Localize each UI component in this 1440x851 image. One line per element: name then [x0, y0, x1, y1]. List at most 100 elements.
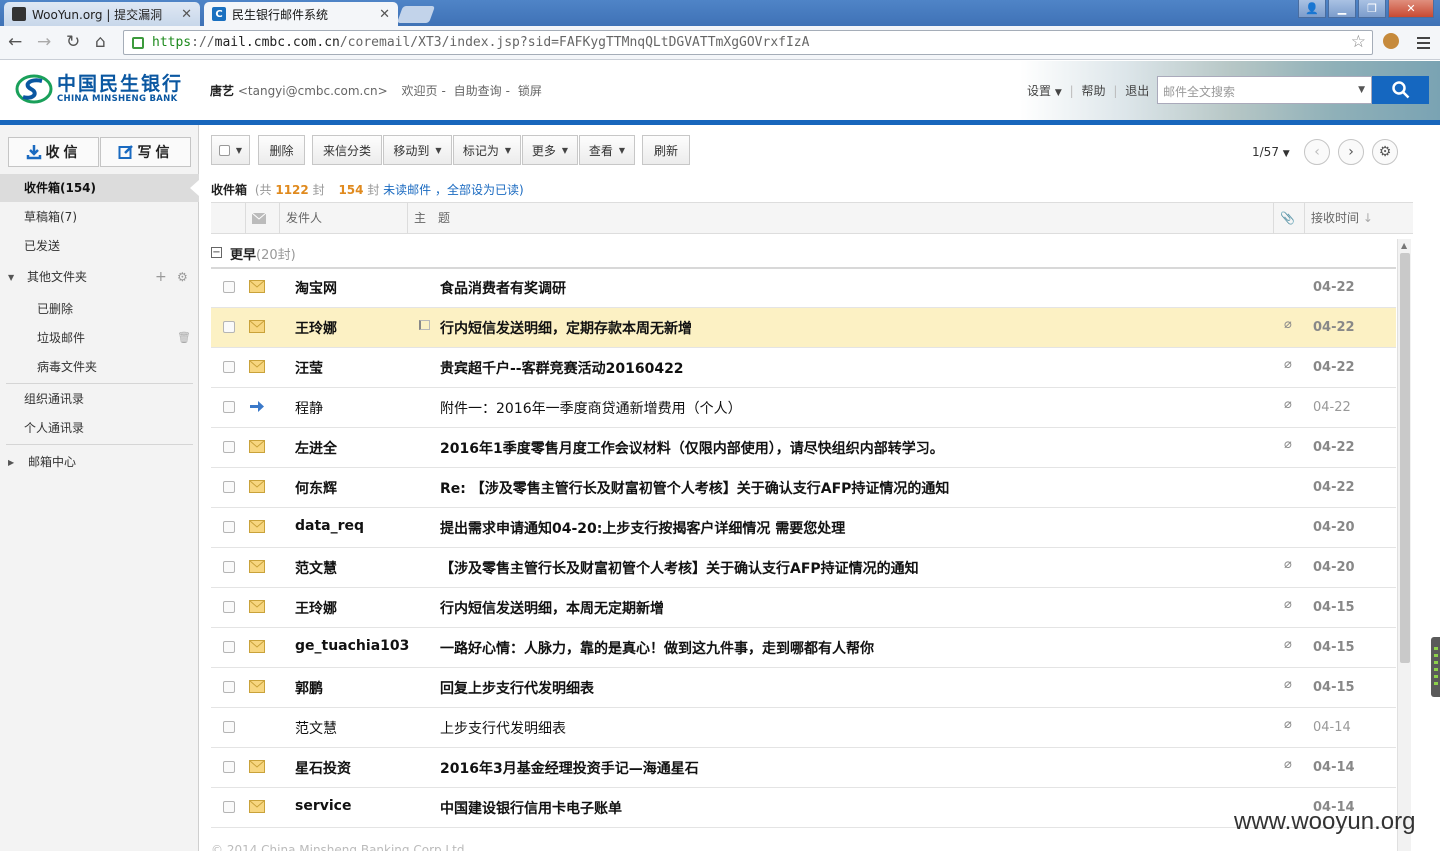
email-subject[interactable]: 2016年3月基金经理投资手记—海通星石: [440, 758, 699, 778]
email-row[interactable]: ge_tuachia103 一路好心情：人脉力，靠的是真心！做到这九件事，走到哪都…: [211, 628, 1396, 668]
window-close-icon[interactable]: ✕: [1388, 0, 1434, 18]
move-to-button[interactable]: 移动到 ▼: [383, 135, 452, 165]
maximize-icon[interactable]: ❐: [1358, 0, 1386, 18]
collapse-triangle-icon[interactable]: ▼: [8, 273, 14, 282]
header-type-col[interactable]: [245, 203, 279, 234]
email-sender[interactable]: 范文慧: [295, 718, 337, 738]
email-row[interactable]: 王玲娜 行内短信发送明细，定期存款本周无新增 ⌀ 04-22: [211, 308, 1396, 348]
row-checkbox[interactable]: [223, 561, 235, 573]
expand-triangle-icon[interactable]: ▶: [8, 458, 14, 467]
folder-settings-icon[interactable]: ⚙: [177, 263, 188, 291]
email-row[interactable]: 汪莹 贵宾超千户--客群竞赛活动20160422 ⌀ 04-22: [211, 348, 1396, 388]
row-checkbox[interactable]: [223, 441, 235, 453]
view-button[interactable]: 查看 ▼: [579, 135, 635, 165]
email-sender[interactable]: 星石投资: [295, 758, 351, 778]
sidebar-item-other-folders[interactable]: 其他文件夹 + ⚙: [0, 263, 199, 291]
row-checkbox[interactable]: [223, 641, 235, 653]
collapse-group-icon[interactable]: −: [211, 247, 222, 258]
email-sender[interactable]: 淘宝网: [295, 278, 337, 298]
email-row[interactable]: 王玲娜 行内短信发送明细，本周无定期新增 ⌀ 04-15: [211, 588, 1396, 628]
row-checkbox[interactable]: [223, 481, 235, 493]
email-subject[interactable]: 提出需求申请通知04-20:上步支行按揭客户详细情况 需要您处理: [440, 518, 845, 538]
row-checkbox[interactable]: [223, 401, 235, 413]
classify-button[interactable]: 来信分类: [312, 135, 382, 165]
row-checkbox[interactable]: [223, 321, 235, 333]
email-sender[interactable]: ge_tuachia103: [295, 638, 409, 654]
side-widget[interactable]: [1431, 637, 1440, 697]
email-sender[interactable]: service: [295, 798, 351, 814]
email-sender[interactable]: 范文慧: [295, 558, 337, 578]
add-folder-icon[interactable]: +: [155, 263, 167, 291]
empty-trash-icon[interactable]: 🗑: [177, 324, 191, 352]
email-sender[interactable]: data_req: [295, 518, 364, 534]
email-subject[interactable]: 行内短信发送明细，定期存款本周无新增: [440, 318, 692, 338]
browser-menu-icon[interactable]: [1417, 37, 1430, 52]
email-sender[interactable]: 左进全: [295, 438, 337, 458]
cmbc-logo[interactable]: 中国民生银行 CHINA MINSHENG BANK: [15, 73, 183, 105]
tab-close-icon[interactable]: ✕: [181, 7, 192, 22]
header-attachment[interactable]: 📎: [1273, 203, 1304, 234]
mark-all-read-link[interactable]: ，全部设为已读): [435, 183, 524, 197]
browser-tab-wooyun[interactable]: WooYun.org | 提交漏洞 ✕: [4, 2, 200, 26]
email-row[interactable]: 左进全 2016年1季度零售月度工作会议材料（仅限内部使用），请尽快组织内部转学习…: [211, 428, 1396, 468]
row-checkbox[interactable]: [223, 801, 235, 813]
header-subject[interactable]: 主 题: [407, 203, 1273, 234]
header-received[interactable]: 接收时间 ↓: [1304, 203, 1413, 234]
delete-button[interactable]: 删除: [258, 135, 305, 165]
email-subject[interactable]: 贵宾超千户--客群竞赛活动20160422: [440, 358, 684, 378]
search-dropdown-icon[interactable]: ▼: [1358, 85, 1365, 95]
page-selector[interactable]: 1/57 ▼: [1252, 145, 1290, 159]
user-profile-icon[interactable]: 👤: [1298, 0, 1326, 18]
help-link[interactable]: 帮助: [1081, 84, 1105, 98]
sidebar-item-inbox[interactable]: 收件箱(154): [0, 174, 199, 202]
email-row[interactable]: 郭鹏 回复上步支行代发明细表 ⌀ 04-15: [211, 668, 1396, 708]
row-checkbox[interactable]: [223, 601, 235, 613]
email-row[interactable]: 范文慧 【涉及零售主管行长及财富初管个人考核】关于确认支行AFP持证情况的通知 ⌀ 0…: [211, 548, 1396, 588]
unread-mail-link[interactable]: 未读邮件: [383, 183, 431, 197]
sidebar-item-virus[interactable]: 病毒文件夹: [0, 353, 199, 381]
email-row[interactable]: data_req 提出需求申请通知04-20:上步支行按揭客户详细情况 需要您处理…: [211, 508, 1396, 548]
row-checkbox[interactable]: [223, 761, 235, 773]
sidebar-item-personal-contacts[interactable]: 个人通讯录: [0, 414, 199, 442]
email-sender[interactable]: 汪莹: [295, 358, 323, 378]
browser-tab-cmbc-mail[interactable]: C 民生银行邮件系统 ✕: [204, 2, 398, 26]
compose-button[interactable]: 写信: [100, 137, 191, 167]
row-checkbox[interactable]: [223, 721, 235, 733]
refresh-button[interactable]: 刷新: [642, 135, 690, 165]
sidebar-item-drafts[interactable]: 草稿箱(7): [0, 203, 199, 231]
logout-link[interactable]: 退出: [1125, 84, 1149, 98]
email-sender[interactable]: 程静: [295, 398, 323, 418]
row-checkbox[interactable]: [223, 521, 235, 533]
new-tab-button[interactable]: [396, 6, 436, 23]
email-row[interactable]: 范文慧 上步支行代发明细表 ⌀ 04-14: [211, 708, 1396, 748]
back-icon[interactable]: ←: [8, 32, 22, 52]
select-all-checkbox[interactable]: [218, 144, 230, 156]
list-settings-button[interactable]: ⚙: [1372, 139, 1398, 165]
email-row[interactable]: 何东辉 Re: 【涉及零售主管行长及财富初管个人考核】关于确认支行AFP持证情况的…: [211, 468, 1396, 508]
email-subject[interactable]: 2016年1季度零售月度工作会议材料（仅限内部使用），请尽快组织内部转学习。: [440, 438, 944, 458]
address-bar[interactable]: https://mail.cmbc.com.cn/coremail/XT3/in…: [123, 30, 1373, 55]
search-button[interactable]: [1372, 76, 1429, 104]
lock-screen-link[interactable]: 锁屏: [518, 84, 542, 98]
home-icon[interactable]: ⌂: [95, 32, 106, 52]
row-checkbox[interactable]: [223, 681, 235, 693]
email-row[interactable]: 淘宝网 食品消费者有奖调研 04-22: [211, 268, 1396, 308]
email-subject[interactable]: 上步支行代发明细表: [440, 718, 566, 738]
fulltext-search-input[interactable]: 邮件全文搜索 ▼: [1157, 76, 1372, 104]
receive-mail-button[interactable]: 收信: [8, 137, 99, 167]
sidebar-item-deleted[interactable]: 已删除: [0, 295, 199, 323]
email-subject[interactable]: 中国建设银行信用卡电子账单: [440, 798, 622, 818]
select-all-dropdown[interactable]: ▼: [211, 135, 250, 165]
email-subject[interactable]: 食品消费者有奖调研: [440, 278, 566, 298]
email-sender[interactable]: 王玲娜: [295, 318, 337, 338]
list-scrollbar[interactable]: ▲: [1397, 239, 1411, 851]
email-sender[interactable]: 郭鹏: [295, 678, 323, 698]
more-button[interactable]: 更多 ▼: [522, 135, 578, 165]
next-page-button[interactable]: ›: [1338, 139, 1364, 165]
email-subject[interactable]: Re: 【涉及零售主管行长及财富初管个人考核】关于确认支行AFP持证情况的通知: [440, 478, 949, 498]
email-subject[interactable]: 【涉及零售主管行长及财富初管个人考核】关于确认支行AFP持证情况的通知: [440, 558, 919, 578]
cookie-extension-icon[interactable]: [1383, 33, 1399, 49]
row-checkbox[interactable]: [223, 361, 235, 373]
email-subject[interactable]: 回复上步支行代发明细表: [440, 678, 594, 698]
email-row[interactable]: 程静 附件一：2016年一季度商贷通新增费用（个人） ⌀ 04-22: [211, 388, 1396, 428]
